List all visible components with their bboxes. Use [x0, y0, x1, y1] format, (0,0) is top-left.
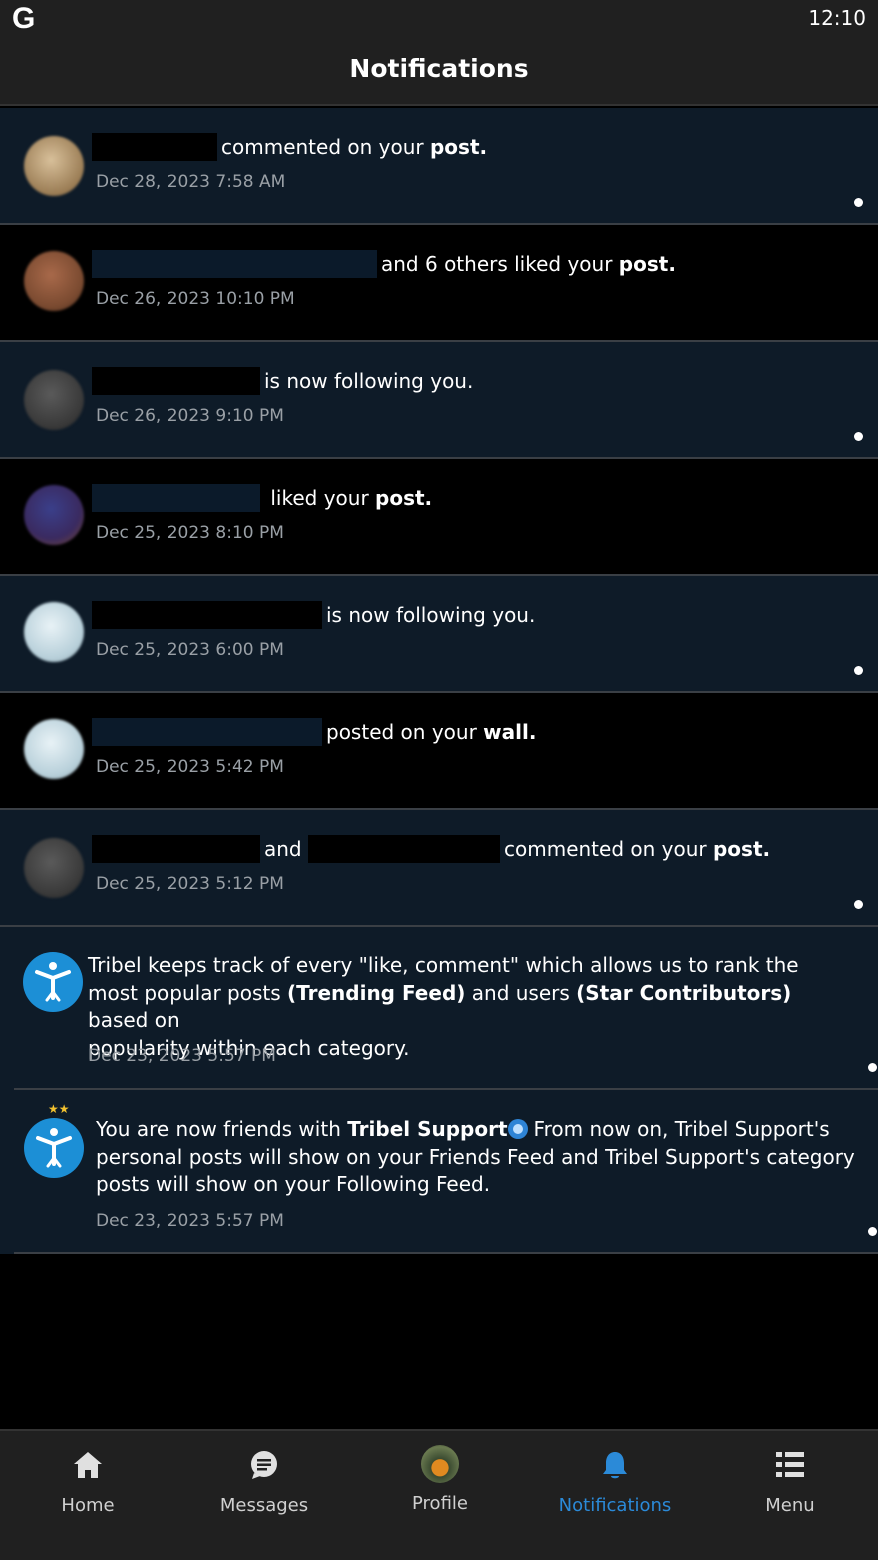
nav-menu[interactable]: Menu — [702, 1449, 878, 1516]
tribel-support-avatar[interactable] — [24, 1118, 84, 1178]
unread-dot — [868, 1063, 877, 1072]
notification-text: You are now friends with Tribel Support F… — [96, 1117, 855, 1196]
notification-time: Dec 26, 2023 9:10 PM — [96, 406, 284, 426]
notification-item[interactable]: and 6 others liked your post. Dec 26, 20… — [0, 225, 878, 342]
redacted-name[interactable] — [92, 367, 260, 395]
nav-messages[interactable]: Messages — [176, 1449, 352, 1516]
verified-badge-icon — [507, 1119, 528, 1139]
unread-dot — [854, 432, 863, 441]
notification-time: Dec 25, 2023 6:00 PM — [96, 640, 284, 660]
avatar[interactable] — [24, 838, 84, 898]
avatar[interactable] — [24, 370, 84, 430]
unread-dot — [868, 1227, 877, 1236]
google-icon: G — [12, 2, 36, 35]
notification-item[interactable]: is now following you. Dec 25, 2023 6:00 … — [0, 576, 878, 693]
tribel-figure-icon — [36, 1128, 72, 1168]
notification-text: is now following you. — [92, 367, 473, 395]
notification-item[interactable]: Tribel keeps track of every "like, comme… — [14, 927, 878, 1090]
notification-item[interactable]: liked your post. Dec 25, 2023 8:10 PM — [0, 459, 878, 576]
page-title: Notifications — [349, 53, 529, 83]
trending-feed-link[interactable]: (Trending Feed) — [287, 981, 465, 1005]
notification-list: commented on your post. Dec 28, 2023 7:5… — [0, 108, 878, 1254]
avatar[interactable] — [24, 251, 84, 311]
redacted-name[interactable] — [92, 250, 377, 278]
notification-item[interactable]: and commented on your post. Dec 25, 2023… — [0, 810, 878, 927]
notification-time: Dec 23, 2023 5:57 PM — [88, 1046, 276, 1066]
tribel-support-link[interactable]: Tribel Support — [347, 1117, 507, 1141]
notification-time: Dec 25, 2023 5:42 PM — [96, 757, 284, 777]
notification-item[interactable]: posted on your wall. Dec 25, 2023 5:42 P… — [0, 693, 878, 810]
notification-text: liked your post. — [92, 484, 432, 512]
redacted-name[interactable] — [308, 835, 500, 863]
star-contributors-link[interactable]: (Star Contributors) — [576, 981, 791, 1005]
profile-avatar — [421, 1445, 459, 1483]
wall-link[interactable]: wall. — [483, 720, 536, 744]
avatar[interactable] — [24, 485, 84, 545]
notification-time: Dec 26, 2023 10:10 PM — [96, 289, 295, 309]
bottom-nav: Home Messages Profile Notifications Menu — [0, 1429, 878, 1560]
star-badge-icon: ★★ — [48, 1102, 70, 1116]
bell-icon — [603, 1452, 627, 1479]
post-link[interactable]: post. — [619, 252, 676, 276]
notification-text: is now following you. — [92, 601, 535, 629]
unread-dot — [854, 666, 863, 675]
notification-item[interactable]: is now following you. Dec 26, 2023 9:10 … — [0, 342, 878, 459]
notification-item[interactable]: ★★ You are now friends with Tribel Suppo… — [14, 1090, 878, 1254]
notification-text: and 6 others liked your post. — [92, 250, 676, 278]
notification-item[interactable]: commented on your post. Dec 28, 2023 7:5… — [0, 108, 878, 225]
avatar[interactable] — [24, 136, 84, 196]
unread-dot — [854, 198, 863, 207]
system-notifications: Tribel keeps track of every "like, comme… — [0, 927, 878, 1254]
redacted-name[interactable] — [92, 601, 322, 629]
notification-time: Dec 28, 2023 7:58 AM — [96, 172, 286, 192]
home-icon — [74, 1452, 102, 1478]
status-bar: G 12:10 — [0, 0, 878, 36]
redacted-name[interactable] — [92, 133, 217, 161]
redacted-name[interactable] — [92, 718, 322, 746]
app-header: Notifications — [0, 36, 878, 106]
nav-home[interactable]: Home — [0, 1449, 176, 1516]
notification-text: commented on your post. — [92, 133, 487, 161]
tribel-logo-icon — [23, 952, 83, 1012]
redacted-name[interactable] — [92, 835, 260, 863]
menu-list-icon — [776, 1452, 804, 1477]
unread-dot — [854, 900, 863, 909]
status-clock: 12:10 — [808, 6, 866, 30]
tribel-figure-icon — [35, 962, 71, 1002]
notification-text: posted on your wall. — [92, 718, 536, 746]
nav-profile[interactable]: Profile — [352, 1445, 528, 1514]
messages-icon — [251, 1451, 277, 1479]
post-link[interactable]: post. — [713, 837, 770, 861]
avatar[interactable] — [24, 719, 84, 779]
notification-time: Dec 25, 2023 5:12 PM — [96, 874, 284, 894]
post-link[interactable]: post. — [430, 135, 487, 159]
notification-time: Dec 23, 2023 5:57 PM — [96, 1211, 284, 1231]
post-link[interactable]: post. — [375, 486, 432, 510]
notification-time: Dec 25, 2023 8:10 PM — [96, 523, 284, 543]
redacted-name[interactable] — [92, 484, 260, 512]
notification-text: and commented on your post. — [92, 835, 770, 863]
avatar[interactable] — [24, 602, 84, 662]
nav-notifications[interactable]: Notifications — [527, 1449, 703, 1516]
